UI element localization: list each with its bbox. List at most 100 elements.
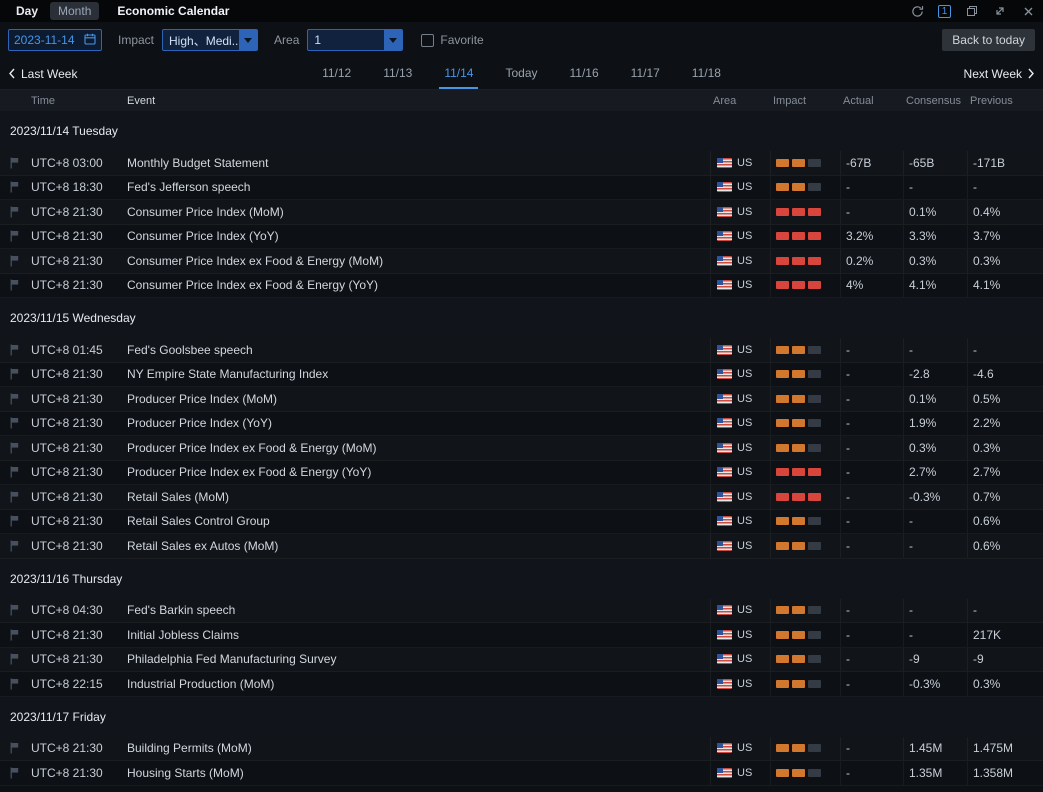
day-tab-1118[interactable]: 11/18: [687, 58, 726, 89]
tab-day[interactable]: Day: [8, 2, 46, 20]
bookmark-flag-icon[interactable]: [10, 255, 19, 267]
bookmark-flag-icon[interactable]: [10, 767, 19, 779]
event-row[interactable]: UTC+8 21:30NY Empire State Manufacturing…: [0, 363, 1043, 388]
expand-icon[interactable]: [993, 4, 1007, 18]
impact-bar: [792, 631, 805, 639]
event-row[interactable]: UTC+8 03:00Monthly Budget StatementUS-67…: [0, 151, 1043, 176]
us-flag-icon: [717, 207, 732, 217]
bookmark-flag-icon[interactable]: [10, 230, 19, 242]
day-tab-1112[interactable]: 11/12: [317, 58, 356, 89]
bookmark-flag-icon[interactable]: [10, 678, 19, 690]
event-row[interactable]: UTC+8 21:30Consumer Price Index (YoY)US3…: [0, 225, 1043, 250]
event-time: UTC+8 21:30: [28, 416, 120, 430]
bookmark-flag-icon[interactable]: [10, 515, 19, 527]
event-row[interactable]: UTC+8 21:30Consumer Price Index (MoM)US-…: [0, 200, 1043, 225]
bookmark-flag-icon[interactable]: [10, 629, 19, 641]
bookmark-flag-icon[interactable]: [10, 157, 19, 169]
impact-bar: [808, 419, 821, 427]
bookmark-flag-icon[interactable]: [10, 206, 19, 218]
col-impact: Impact: [770, 95, 840, 107]
event-name: Consumer Price Index ex Food & Energy (Y…: [120, 278, 710, 292]
bookmark-flag-icon[interactable]: [10, 604, 19, 616]
bookmark-flag-icon[interactable]: [10, 491, 19, 503]
impact-bar: [792, 346, 805, 354]
restore-icon[interactable]: [965, 4, 979, 18]
bookmark-flag-icon[interactable]: [10, 742, 19, 754]
bookmark-cell: [0, 629, 28, 641]
us-flag-icon: [717, 768, 732, 778]
day-tab-1117[interactable]: 11/17: [626, 58, 665, 89]
impact-bar: [808, 370, 821, 378]
event-name: Housing Starts (MoM): [120, 766, 710, 780]
favorite-checkbox[interactable]: [421, 34, 434, 47]
bookmark-flag-icon[interactable]: [10, 344, 19, 356]
event-row[interactable]: UTC+8 21:30Producer Price Index ex Food …: [0, 461, 1043, 486]
impact-indicator: [770, 249, 840, 273]
back-to-today-button[interactable]: Back to today: [942, 29, 1035, 51]
event-row[interactable]: UTC+8 21:30Initial Jobless ClaimsUS--217…: [0, 623, 1043, 648]
event-row[interactable]: UTC+8 21:30Consumer Price Index ex Food …: [0, 274, 1043, 299]
event-row[interactable]: UTC+8 21:30Producer Price Index (YoY)US-…: [0, 412, 1043, 437]
event-time: UTC+8 01:45: [28, 343, 120, 357]
event-row[interactable]: UTC+8 01:45Fed's Goolsbee speechUS---: [0, 338, 1043, 363]
previous-value: 0.4%: [967, 200, 1043, 224]
refresh-icon[interactable]: [910, 4, 924, 18]
impact-select[interactable]: High、Medi...: [162, 29, 258, 51]
previous-value: -9: [967, 648, 1043, 672]
impact-indicator: [770, 412, 840, 436]
event-row[interactable]: UTC+8 21:30Producer Price Index ex Food …: [0, 436, 1043, 461]
event-row[interactable]: UTC+8 21:30Producer Price Index (MoM)US-…: [0, 387, 1043, 412]
day-tab-1116[interactable]: 11/16: [565, 58, 604, 89]
impact-bar: [808, 680, 821, 688]
event-row[interactable]: UTC+8 22:15Industrial Production (MoM)US…: [0, 672, 1043, 697]
close-icon[interactable]: [1021, 4, 1035, 18]
consensus-value: 0.3%: [903, 249, 967, 273]
date-section-header: 2023/11/14 Tuesday: [0, 111, 1043, 151]
impact-bar: [776, 680, 789, 688]
event-row[interactable]: UTC+8 21:30Philadelphia Fed Manufacturin…: [0, 648, 1043, 673]
impact-bar: [776, 346, 789, 354]
event-area: US: [710, 225, 770, 249]
bookmark-flag-icon[interactable]: [10, 279, 19, 291]
area-select[interactable]: 1: [307, 29, 403, 51]
bookmark-flag-icon[interactable]: [10, 540, 19, 552]
impact-filter-label: Impact: [118, 33, 154, 47]
last-week-button[interactable]: Last Week: [8, 58, 317, 89]
consensus-value: -9: [903, 648, 967, 672]
event-row[interactable]: UTC+8 21:30Retail Sales ex Autos (MoM)US…: [0, 534, 1043, 559]
bookmark-flag-icon[interactable]: [10, 368, 19, 380]
event-row[interactable]: UTC+8 21:30Building Permits (MoM)US-1.45…: [0, 737, 1043, 762]
bookmark-cell: [0, 767, 28, 779]
window-controls: 1: [910, 4, 1035, 18]
event-name: Building Permits (MoM): [120, 741, 710, 755]
event-row[interactable]: UTC+8 21:30Consumer Price Index ex Food …: [0, 249, 1043, 274]
next-week-button[interactable]: Next Week: [726, 58, 1035, 89]
bookmark-flag-icon[interactable]: [10, 181, 19, 193]
event-row[interactable]: UTC+8 21:30Housing Starts (MoM)US-1.35M1…: [0, 761, 1043, 786]
layout-count-badge[interactable]: 1: [938, 5, 951, 18]
event-area: US: [710, 200, 770, 224]
day-tab-today[interactable]: Today: [500, 58, 542, 89]
previous-value: 0.6%: [967, 510, 1043, 534]
mode-tab-group: Day Month: [8, 2, 99, 20]
event-row[interactable]: UTC+8 18:30Fed's Jefferson speechUS---: [0, 176, 1043, 201]
bookmark-flag-icon[interactable]: [10, 393, 19, 405]
event-name: Retail Sales ex Autos (MoM): [120, 539, 710, 553]
event-row[interactable]: UTC+8 04:30Fed's Barkin speechUS---: [0, 599, 1043, 624]
date-picker[interactable]: 2023-11-14: [8, 29, 102, 51]
event-row[interactable]: UTC+8 21:30Retail Sales (MoM)US--0.3%0.7…: [0, 485, 1043, 510]
event-name: Consumer Price Index (YoY): [120, 229, 710, 243]
bookmark-cell: [0, 230, 28, 242]
event-row[interactable]: UTC+8 21:30Retail Sales Control GroupUS-…: [0, 510, 1043, 535]
bookmark-flag-icon[interactable]: [10, 653, 19, 665]
day-tab-1113[interactable]: 11/13: [378, 58, 417, 89]
tab-month[interactable]: Month: [50, 2, 99, 20]
bookmark-flag-icon[interactable]: [10, 442, 19, 454]
impact-bar: [776, 183, 789, 191]
bookmark-flag-icon[interactable]: [10, 466, 19, 478]
day-tab-1114[interactable]: 11/14: [439, 58, 478, 89]
actual-value: -: [840, 461, 903, 485]
favorite-filter[interactable]: Favorite: [421, 33, 483, 47]
bookmark-flag-icon[interactable]: [10, 417, 19, 429]
chevron-down-icon: [239, 30, 257, 50]
